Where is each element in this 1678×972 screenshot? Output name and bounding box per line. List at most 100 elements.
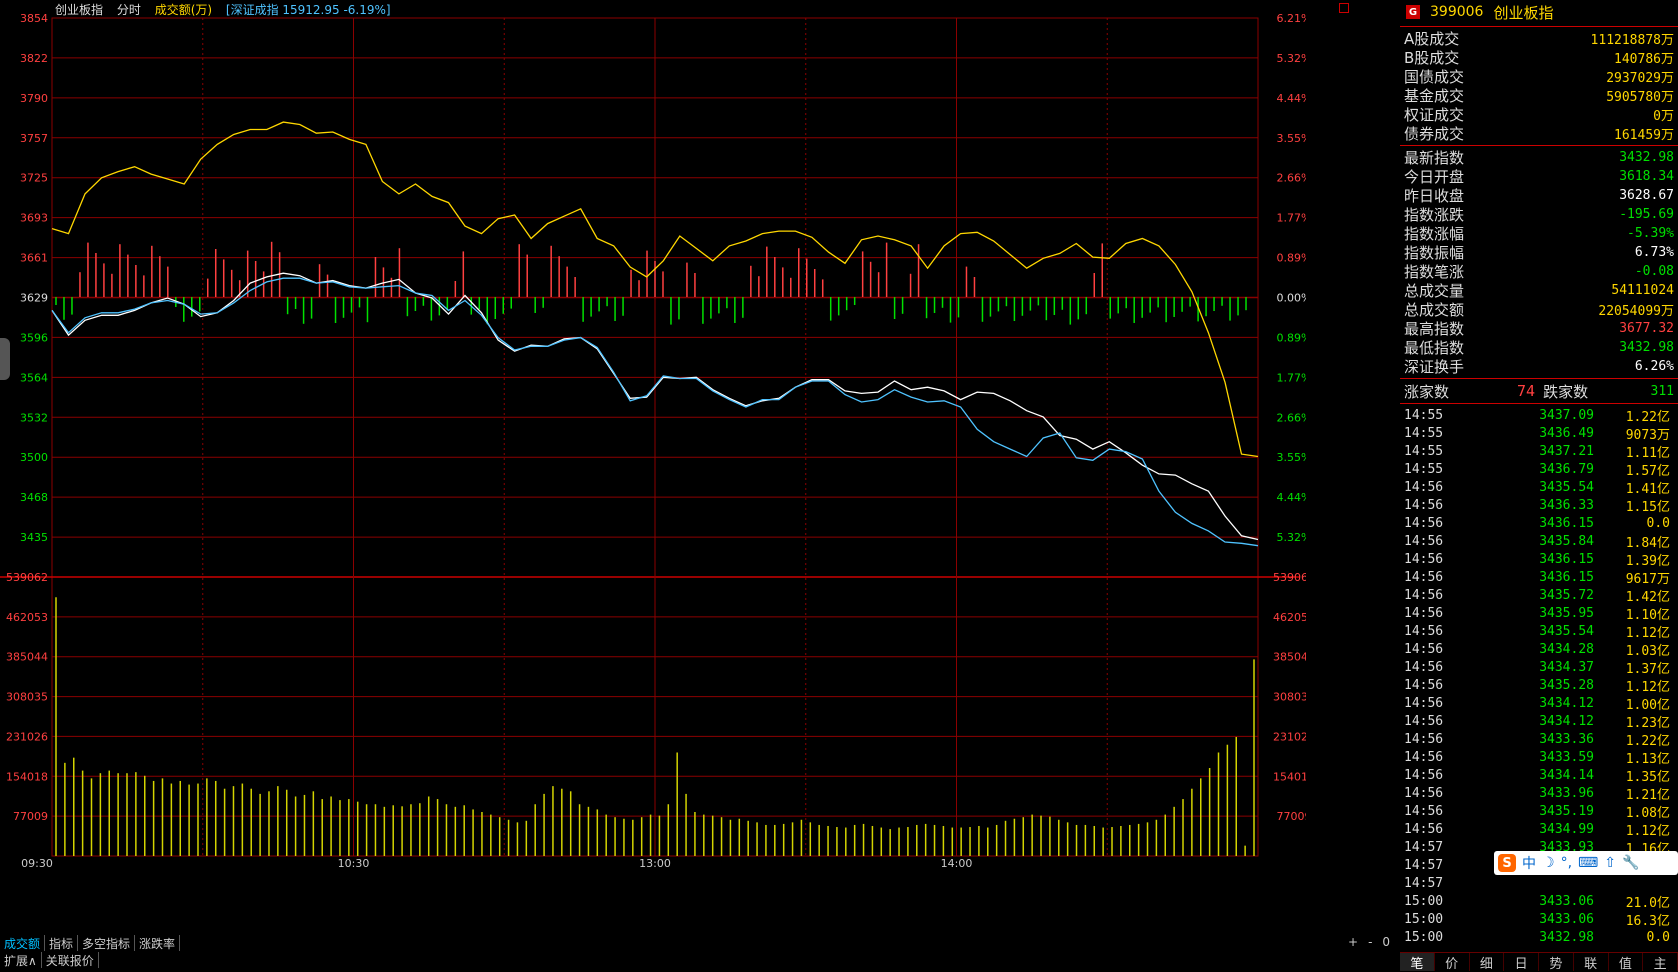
tab-bull-bear[interactable]: 多空指标	[78, 935, 136, 951]
ref-index-label: [深证成指 15912.95 -6.19%]	[225, 3, 391, 17]
ime-keyboard-icon[interactable]: ⌨	[1578, 855, 1598, 871]
tick-row: 15:00 3432.98 0.0	[1400, 928, 1678, 946]
tick-price: 3434.28	[1539, 641, 1594, 657]
stat-row: 基金成交 5905780万	[1400, 86, 1678, 105]
ime-shift-icon[interactable]: ⇧	[1604, 855, 1616, 871]
panel-tab[interactable]: 势	[1539, 953, 1574, 972]
tick-time: 14:56	[1404, 677, 1444, 693]
g-badge-icon[interactable]: G	[1406, 5, 1420, 19]
tick-row: 14:55 3437.21 1.11亿	[1400, 442, 1678, 461]
tick-time: 15:00	[1404, 929, 1444, 945]
ime-settings-icon[interactable]: 🔧	[1622, 855, 1639, 871]
price-tick-label: 3790	[20, 92, 48, 105]
price-tick-label: 3596	[20, 331, 48, 344]
zoom-controls: + - 0	[1348, 935, 1390, 949]
tick-time: 14:56	[1404, 605, 1444, 621]
ime-chinese-icon[interactable]: 中	[1522, 853, 1536, 873]
intraday-chart[interactable]: 3854 6.21% 3822 5.32% 3790 4.44% 3757 3.55% 3725…	[0, 0, 1306, 928]
price-tick-label: 3822	[20, 52, 48, 65]
tick-time: 14:56	[1404, 533, 1444, 549]
stat-value: 2937029万	[1606, 71, 1674, 86]
tick-price: 3435.72	[1539, 587, 1594, 603]
tick-amount: 1.41亿	[1625, 481, 1670, 497]
tick-amount: 1.03亿	[1625, 643, 1670, 659]
tab-volume[interactable]: 成交额	[0, 935, 46, 951]
tab-adv-decl[interactable]: 涨跌率	[135, 935, 181, 951]
quote-value: 54111024	[1611, 283, 1674, 298]
stat-label: 债券成交	[1404, 125, 1465, 143]
ime-toolbar[interactable]: S 中 ☽ °, ⌨ ⇧ 🔧	[1494, 851, 1678, 875]
price-tick-label: 3693	[20, 212, 48, 225]
stat-label: 国债成交	[1404, 68, 1465, 86]
panel-tab[interactable]: 联	[1574, 953, 1609, 972]
tick-row: 14:55 3437.09 1.22亿	[1400, 406, 1678, 425]
tick-amount: 1.57亿	[1625, 463, 1670, 479]
stat-row: 权证成交 0万	[1400, 105, 1678, 124]
quote-label: 最低指数	[1404, 339, 1465, 357]
tick-amount: 1.39亿	[1625, 553, 1670, 569]
tick-price: 3436.15	[1539, 569, 1594, 585]
tick-amount: 1.12亿	[1625, 823, 1670, 839]
panel-tab[interactable]: 主	[1643, 953, 1678, 972]
collapse-handle-icon[interactable]	[0, 338, 10, 380]
time-tick-label: 10:30	[338, 857, 370, 870]
panel-tab[interactable]: 笔	[1400, 953, 1435, 972]
stat-value: 161459万	[1614, 128, 1674, 143]
stat-row: 国债成交 2937029万	[1400, 67, 1678, 86]
panel-title: G 399006 创业板指	[1400, 0, 1678, 24]
tab-expand[interactable]: 扩展∧	[0, 952, 42, 968]
zoom-out-button[interactable]: -	[1368, 935, 1372, 949]
pct-tick-label: 1.77%	[1277, 371, 1306, 384]
zoom-reset-button[interactable]: 0	[1382, 935, 1390, 949]
tab-related-quotes[interactable]: 关联报价	[42, 952, 99, 968]
mode-label[interactable]: 分时	[117, 3, 141, 17]
tick-time: 14:56	[1404, 821, 1444, 837]
up-count: 74	[1517, 382, 1536, 400]
tick-time: 14:55	[1404, 461, 1444, 477]
tick-time: 14:56	[1404, 497, 1444, 513]
volume-tick-label: 154018	[1273, 770, 1306, 783]
panel-tab[interactable]: 值	[1609, 953, 1644, 972]
tab-indicator[interactable]: 指标	[45, 935, 79, 951]
panel-tab[interactable]: 价	[1435, 953, 1470, 972]
time-tick-label: 14:00	[941, 857, 973, 870]
tick-time: 14:56	[1404, 623, 1444, 639]
tick-time: 14:56	[1404, 749, 1444, 765]
quote-row: 指数笔涨 -0.08	[1400, 262, 1678, 281]
stat-row: A股成交 111218878万	[1400, 29, 1678, 48]
quote-row: 总成交额 22054099万	[1400, 300, 1678, 319]
tick-row: 14:56 3436.15 1.39亿	[1400, 550, 1678, 569]
time-tick-label: 09:30	[21, 857, 53, 870]
pct-tick-label: 1.77%	[1277, 212, 1306, 225]
pct-tick-label: 2.66%	[1277, 172, 1306, 185]
pct-tick-label: 0.89%	[1277, 252, 1306, 265]
stat-label: 权证成交	[1404, 106, 1465, 124]
tick-row: 14:56 3435.72 1.42亿	[1400, 586, 1678, 605]
price-tick-label: 3532	[20, 411, 48, 424]
pct-tick-label: 3.55%	[1277, 132, 1306, 145]
tick-row: 14:56 3435.84 1.84亿	[1400, 532, 1678, 551]
quote-value: 6.26%	[1634, 359, 1674, 374]
tick-price: 3435.28	[1539, 677, 1594, 693]
sogou-icon[interactable]: S	[1498, 854, 1516, 872]
panel-tab[interactable]: 细	[1470, 953, 1505, 972]
ime-moon-icon[interactable]: ☽	[1542, 855, 1555, 871]
tick-amount: 16.3亿	[1625, 913, 1670, 929]
tick-row: 14:56 3435.95 1.10亿	[1400, 604, 1678, 623]
tick-time: 14:56	[1404, 713, 1444, 729]
tick-time: 14:56	[1404, 641, 1444, 657]
tick-amount: 1.22亿	[1625, 409, 1670, 425]
pct-tick-label: 0.00%	[1277, 292, 1306, 305]
price-tick-label: 3757	[20, 132, 48, 145]
panel-tab[interactable]: 日	[1504, 953, 1539, 972]
zoom-in-button[interactable]: +	[1348, 935, 1358, 949]
tick-row: 14:57	[1400, 874, 1678, 892]
quote-value: 22054099万	[1598, 304, 1674, 319]
tick-row: 14:56 3436.15 0.0	[1400, 514, 1678, 532]
maximize-icon[interactable]	[1339, 3, 1349, 13]
quote-row: 今日开盘 3618.34	[1400, 167, 1678, 186]
ime-punct-icon[interactable]: °,	[1561, 855, 1572, 871]
indicator-tabs: 成交额 指标 多空指标 涨跌率	[0, 935, 181, 951]
quote-row: 总成交量 54111024	[1400, 281, 1678, 300]
panel-tabs: 笔价细日势联值主	[1400, 952, 1678, 972]
